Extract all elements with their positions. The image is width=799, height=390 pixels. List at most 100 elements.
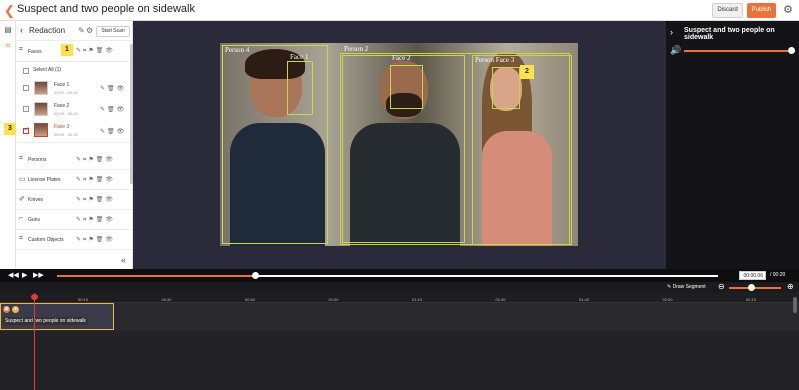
- bbox-label: Person 4: [225, 46, 250, 54]
- timeline-clip[interactable]: ▣ ● Suspect and two people on sidewalk: [0, 303, 114, 330]
- clip-video-icon: ▣: [3, 306, 10, 313]
- document-icon[interactable]: ▤: [3, 25, 13, 35]
- playhead-handle[interactable]: [31, 294, 38, 300]
- back-arrow-icon[interactable]: ❮: [4, 3, 15, 19]
- face-checkbox[interactable]: [23, 106, 29, 112]
- custom-object-icon: ⌗: [19, 235, 23, 242]
- face-actions[interactable]: ✎🗑👁: [100, 128, 126, 135]
- list-item-face-3[interactable]: 3 Face 3 00:00 - 00:15 ✎🗑👁: [4, 120, 133, 143]
- gear-icon[interactable]: ⚙: [86, 26, 93, 35]
- start-scan-button[interactable]: Start Scan: [96, 26, 130, 37]
- collapse-panel-icon[interactable]: «: [121, 255, 126, 265]
- face-thumbnail: [34, 102, 48, 116]
- playhead-line[interactable]: [34, 293, 35, 390]
- face-time: 00:00 - 00:15: [54, 132, 78, 137]
- redaction-panel: ‹ Redaction ✎ ⚙ Start Scan ⌗ Faces 1 ✎⌗⚑…: [4, 21, 133, 269]
- play-icon[interactable]: ▶: [22, 271, 27, 279]
- ruler-tick-label: 01:30: [495, 297, 506, 302]
- bbox-face-3[interactable]: [492, 67, 520, 109]
- timeline-track: [0, 303, 799, 331]
- draw-segment-button[interactable]: ✎ Draw Segment: [667, 284, 706, 290]
- bbox-label: Person Face 3: [475, 56, 515, 64]
- category-persons[interactable]: ⌗ Persons ✎⌗⚑🗑👁: [16, 150, 133, 170]
- person-icon: ⌗: [19, 155, 23, 162]
- volume-slider-track[interactable]: [684, 50, 793, 52]
- timeline-ruler[interactable]: 00:10 00:30 00:40 01:00 01:10 01:30 01:40 02:00…: [0, 293, 799, 303]
- list-item-face-1[interactable]: Face 1 00:00 - 00:15 ✎🗑👁: [16, 78, 133, 99]
- category-faces[interactable]: ⌗ Faces 1 ✎⌗⚑🗑👁: [16, 41, 133, 62]
- face-checkbox-checked[interactable]: [23, 126, 29, 134]
- bbox-face-2[interactable]: [390, 65, 423, 109]
- chevron-right-icon[interactable]: ›: [670, 27, 673, 37]
- bbox-person-3[interactable]: [472, 55, 572, 245]
- category-label: License Plates: [28, 177, 61, 183]
- ruler-tick-label: 02:00: [662, 297, 673, 302]
- zoom-out-icon[interactable]: ⊖: [718, 282, 725, 291]
- timeline-header: ✎ Draw Segment ⊖ ⊕: [0, 282, 799, 293]
- volume-icon[interactable]: 🔊: [670, 45, 681, 56]
- face-checkbox[interactable]: [23, 85, 29, 91]
- redaction-icon[interactable]: ⌗: [3, 41, 13, 51]
- discard-button[interactable]: Discard: [712, 3, 743, 18]
- category-actions: ✎⌗⚑🗑👁: [76, 237, 116, 243]
- bbox-face-1[interactable]: [287, 61, 313, 115]
- timeline-scrollbar[interactable]: [793, 297, 797, 313]
- top-bar: ❮ Suspect and two people on sidewalk Dis…: [0, 0, 799, 21]
- step-badge-2: 2: [520, 65, 534, 79]
- chevron-left-icon[interactable]: ‹: [20, 25, 23, 35]
- category-license-plates[interactable]: ▭ License Plates ✎⌗⚑🗑👁: [16, 170, 133, 190]
- skip-forward-icon[interactable]: ▶▶: [33, 271, 44, 279]
- category-custom-objects[interactable]: ⌗ Custom Objects ✎⌗⚑🗑👁: [16, 230, 133, 250]
- ruler-tick-label: 01:40: [579, 297, 590, 302]
- timeline-empty-area: [0, 331, 799, 390]
- list-item-face-2[interactable]: Face 2 00:00 - 00:15 ✎🗑👁: [16, 99, 133, 120]
- ruler-tick-label: 00:10: [78, 297, 89, 302]
- zoom-in-icon[interactable]: ⊕: [787, 282, 794, 291]
- face-thumbnail: [34, 81, 48, 95]
- face-name: Face 2: [54, 103, 70, 109]
- player-bar: ◀◀ ▶ ▶▶ 00:00.06 / 00:20: [0, 269, 799, 282]
- category-actions: ✎⌗⚑🗑👁: [76, 197, 116, 203]
- ruler-tick-label: 01:10: [412, 297, 423, 302]
- select-all-checkbox[interactable]: [23, 68, 29, 74]
- seek-knob[interactable]: [252, 272, 260, 279]
- face-name: Face 1: [54, 82, 70, 88]
- ruler-tick-label: 00:40: [245, 297, 256, 302]
- bbox-label: Face 2: [392, 54, 411, 62]
- current-time-field[interactable]: 00:00.06: [739, 271, 766, 280]
- zoom-slider-track[interactable]: [729, 287, 781, 289]
- category-label: Faces: [28, 49, 42, 55]
- category-guns[interactable]: ⌐ Guns ✎⌗⚑🗑👁: [16, 210, 133, 230]
- panel-header: ‹ Redaction ✎ ⚙ Start Scan: [16, 21, 133, 41]
- volume-slider-knob[interactable]: [788, 47, 795, 54]
- face-time: 00:00 - 00:15: [54, 90, 78, 95]
- step-badge-1: 1: [61, 44, 73, 56]
- face-actions[interactable]: ✎🗑👁: [100, 85, 126, 92]
- face-name: Face 3: [54, 124, 70, 130]
- clip-redaction-icon: ●: [12, 306, 19, 313]
- zoom-slider-knob[interactable]: [748, 284, 755, 291]
- publish-button[interactable]: Publish: [747, 3, 776, 18]
- face-scan-icon: ⌗: [19, 46, 23, 53]
- category-knives[interactable]: ✐ Knives ✎⌗⚑🗑👁: [16, 190, 133, 210]
- page-title: Suspect and two people on sidewalk: [17, 3, 195, 15]
- category-actions: ✎⌗⚑🗑👁: [76, 217, 116, 223]
- skip-back-icon[interactable]: ◀◀: [8, 271, 19, 279]
- right-panel: › Suspect and two people on sidewalk 🔊: [666, 21, 799, 269]
- clip-label: Suspect and two people on sidewalk: [3, 317, 88, 325]
- draw-segment-label: Draw Segment: [672, 284, 706, 290]
- category-actions: ✎⌗⚑🗑👁: [76, 157, 116, 163]
- panel-title: Redaction: [29, 26, 66, 35]
- gun-icon: ⌐: [19, 215, 24, 222]
- bbox-label: Person 2: [344, 45, 369, 53]
- category-actions: ✎⌗⚑🗑👁: [76, 177, 116, 183]
- left-icon-rail: ▤ ⌗: [0, 21, 16, 269]
- settings-gear-icon[interactable]: ⚙: [781, 3, 795, 17]
- seek-progress: [57, 275, 256, 277]
- face-actions[interactable]: ✎🗑👁: [100, 106, 126, 113]
- select-all-row[interactable]: Select All (1): [16, 62, 133, 78]
- ruler-tick-label: 01:00: [328, 297, 339, 302]
- license-plate-icon: ▭: [19, 176, 26, 183]
- select-all-label: Select All (1): [33, 67, 62, 73]
- edit-icon[interactable]: ✎: [78, 26, 85, 35]
